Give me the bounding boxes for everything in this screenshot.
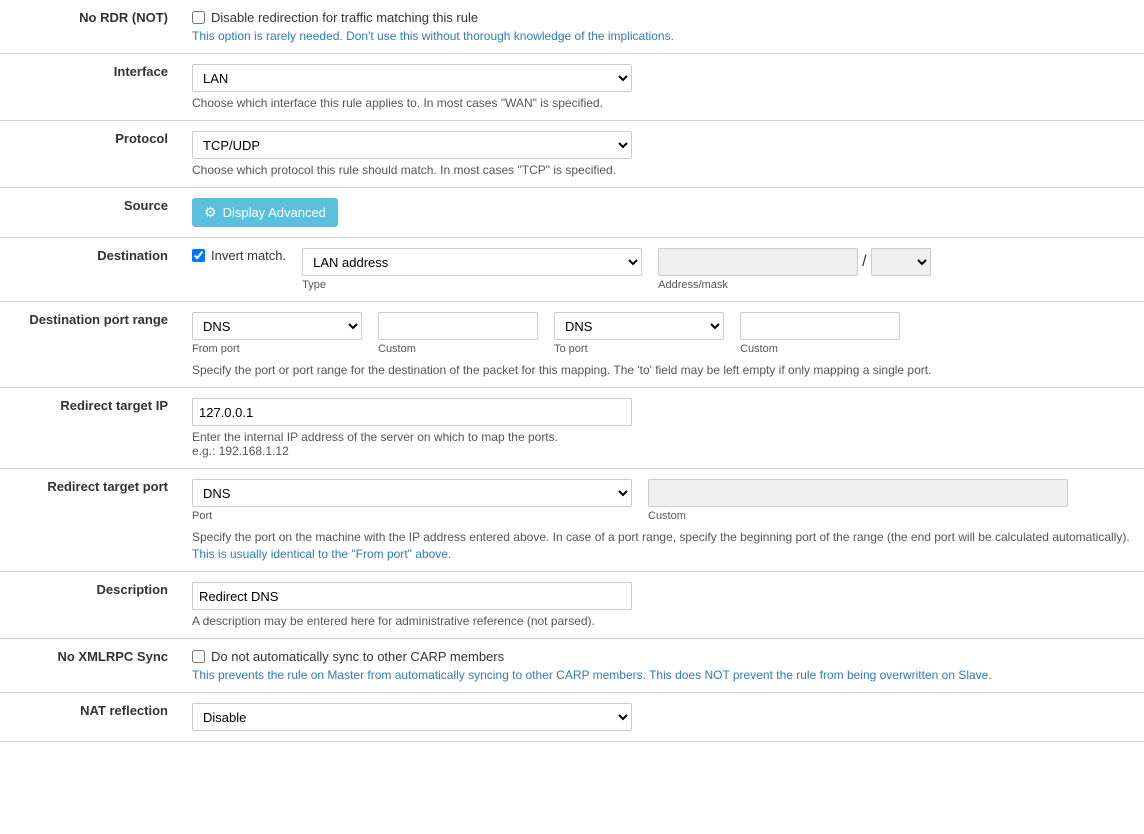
nat-reflection-content: Disable Enable (NAT + Proxy) Enable (Pur… xyxy=(180,693,1144,742)
destination-controls: Invert match. LAN address WAN address an… xyxy=(192,248,1132,291)
from-port-label: From port xyxy=(192,343,362,355)
description-label: Description xyxy=(0,572,180,639)
interface-content: LAN WAN LAN2 Choose which interface this… xyxy=(180,54,1144,121)
description-content: A description may be entered here for ad… xyxy=(180,572,1144,639)
to-port-label: To port xyxy=(554,343,724,355)
no-rdr-label: No RDR (NOT) xyxy=(0,0,180,54)
invert-group: Invert match. xyxy=(192,248,286,263)
from-custom-group: Custom xyxy=(378,312,538,355)
settings-form: No RDR (NOT) Disable redirection for tra… xyxy=(0,0,1144,742)
protocol-select[interactable]: TCP/UDP TCP UDP ICMP xyxy=(192,131,632,159)
to-custom-input[interactable] xyxy=(740,312,900,340)
invert-match-checkbox[interactable] xyxy=(192,249,205,262)
display-advanced-button[interactable]: ⚙ Display Advanced xyxy=(192,198,338,227)
dest-port-range-row: Destination port range DNS HTTP HTTPS FT… xyxy=(0,302,1144,388)
destination-label: Destination xyxy=(0,238,180,302)
display-advanced-label: Display Advanced xyxy=(223,205,326,220)
mask-select[interactable]: 8 16 24 32 xyxy=(871,248,931,276)
no-rdr-content: Disable redirection for traffic matching… xyxy=(180,0,1144,54)
redirect-port-help2: This is usually identical to the "From p… xyxy=(192,547,1132,561)
gear-icon: ⚙ xyxy=(204,204,217,221)
redirect-port-row: Redirect target port DNS HTTP HTTPS FTP … xyxy=(0,469,1144,572)
redirect-ip-help: Enter the internal IP address of the ser… xyxy=(192,430,1132,458)
to-port-select[interactable]: DNS HTTP HTTPS FTP SMTP other xyxy=(554,312,724,340)
description-row: Description A description may be entered… xyxy=(0,572,1144,639)
from-custom-input[interactable] xyxy=(378,312,538,340)
no-xmlrpc-help: This prevents the rule on Master from au… xyxy=(192,668,1132,682)
nat-reflection-label: NAT reflection xyxy=(0,693,180,742)
nat-reflection-select[interactable]: Disable Enable (NAT + Proxy) Enable (Pur… xyxy=(192,703,632,731)
no-xmlrpc-label: No XMLRPC Sync xyxy=(0,639,180,693)
source-row: Source ⚙ Display Advanced xyxy=(0,188,1144,238)
redirect-port-content: DNS HTTP HTTPS FTP SMTP other Port Custo… xyxy=(180,469,1144,572)
invert-checkbox-row: Invert match. xyxy=(192,248,286,263)
address-mask-label: Address/mask xyxy=(658,279,930,291)
source-content: ⚙ Display Advanced xyxy=(180,188,1144,238)
redirect-ip-input[interactable] xyxy=(192,398,632,426)
from-port-select[interactable]: DNS HTTP HTTPS FTP SMTP other xyxy=(192,312,362,340)
redirect-custom-input[interactable] xyxy=(648,479,1068,507)
redirect-custom-group: Custom xyxy=(648,479,1068,522)
invert-match-label: Invert match. xyxy=(211,248,286,263)
no-xmlrpc-checkbox-label: Do not automatically sync to other CARP … xyxy=(211,649,504,664)
no-xmlrpc-checkbox[interactable] xyxy=(192,650,205,663)
redirect-port-label: Redirect target port xyxy=(0,469,180,572)
no-rdr-checkbox-row: Disable redirection for traffic matching… xyxy=(192,10,1132,25)
port-range-help: Specify the port or port range for the d… xyxy=(192,363,1132,377)
destination-content: Invert match. LAN address WAN address an… xyxy=(180,238,1144,302)
no-rdr-checkbox[interactable] xyxy=(192,11,205,24)
redirect-ip-example: e.g.: 192.168.1.12 xyxy=(192,444,289,458)
interface-help: Choose which interface this rule applies… xyxy=(192,96,1132,110)
no-rdr-checkbox-label: Disable redirection for traffic matching… xyxy=(211,10,478,25)
interface-row: Interface LAN WAN LAN2 Choose which inte… xyxy=(0,54,1144,121)
slash-separator: / xyxy=(860,253,868,271)
from-custom-label: Custom xyxy=(378,343,538,355)
interface-select[interactable]: LAN WAN LAN2 xyxy=(192,64,632,92)
dest-port-range-label: Destination port range xyxy=(0,302,180,388)
redirect-port-help1-text: Specify the port on the machine with the… xyxy=(192,530,1130,544)
dest-port-range-content: DNS HTTP HTTPS FTP SMTP other From port … xyxy=(180,302,1144,388)
redirect-port-group: DNS HTTP HTTPS FTP SMTP other Port xyxy=(192,479,632,522)
to-custom-group: Custom xyxy=(740,312,900,355)
port-range-controls: DNS HTTP HTTPS FTP SMTP other From port … xyxy=(192,312,1132,355)
protocol-help: Choose which protocol this rule should m… xyxy=(192,163,1132,177)
no-xmlrpc-checkbox-row: Do not automatically sync to other CARP … xyxy=(192,649,1132,664)
protocol-row: Protocol TCP/UDP TCP UDP ICMP Choose whi… xyxy=(0,121,1144,188)
no-rdr-help: This option is rarely needed. Don't use … xyxy=(192,29,1132,43)
destination-type-select[interactable]: LAN address WAN address any Single host … xyxy=(302,248,642,276)
destination-type-label: Type xyxy=(302,279,642,291)
destination-address-group: / 8 16 24 32 Address/mask xyxy=(658,248,930,291)
redirect-ip-help-text: Enter the internal IP address of the ser… xyxy=(192,430,558,444)
no-rdr-row: No RDR (NOT) Disable redirection for tra… xyxy=(0,0,1144,54)
redirect-port-controls: DNS HTTP HTTPS FTP SMTP other Port Custo… xyxy=(192,479,1132,522)
from-port-group: DNS HTTP HTTPS FTP SMTP other From port xyxy=(192,312,362,355)
redirect-port-help1: Specify the port on the machine with the… xyxy=(192,530,1132,544)
protocol-label: Protocol xyxy=(0,121,180,188)
addr-mask-group: / 8 16 24 32 xyxy=(658,248,930,276)
to-port-group: DNS HTTP HTTPS FTP SMTP other To port xyxy=(554,312,724,355)
destination-type-group: LAN address WAN address any Single host … xyxy=(302,248,642,291)
interface-label: Interface xyxy=(0,54,180,121)
redirect-ip-label: Redirect target IP xyxy=(0,388,180,469)
destination-row: Destination Invert match. LAN address WA… xyxy=(0,238,1144,302)
to-custom-label: Custom xyxy=(740,343,900,355)
address-input[interactable] xyxy=(658,248,858,276)
nat-reflection-row: NAT reflection Disable Enable (NAT + Pro… xyxy=(0,693,1144,742)
description-help: A description may be entered here for ad… xyxy=(192,614,1132,628)
redirect-port-select[interactable]: DNS HTTP HTTPS FTP SMTP other xyxy=(192,479,632,507)
no-xmlrpc-row: No XMLRPC Sync Do not automatically sync… xyxy=(0,639,1144,693)
protocol-content: TCP/UDP TCP UDP ICMP Choose which protoc… xyxy=(180,121,1144,188)
redirect-custom-label: Custom xyxy=(648,510,1068,522)
redirect-ip-content: Enter the internal IP address of the ser… xyxy=(180,388,1144,469)
description-input[interactable] xyxy=(192,582,632,610)
no-xmlrpc-content: Do not automatically sync to other CARP … xyxy=(180,639,1144,693)
source-label: Source xyxy=(0,188,180,238)
redirect-port-label-sub: Port xyxy=(192,510,632,522)
redirect-ip-row: Redirect target IP Enter the internal IP… xyxy=(0,388,1144,469)
